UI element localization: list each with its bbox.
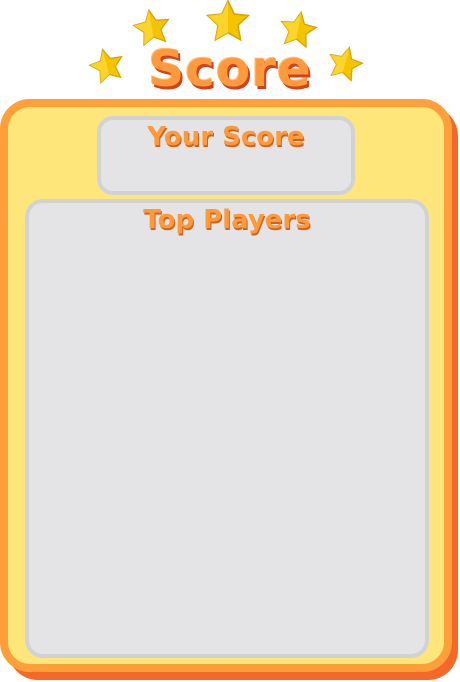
top-players-label: Top Players xyxy=(143,205,311,235)
page-title: Score xyxy=(148,40,312,98)
your-score-box: Your Score xyxy=(97,116,355,195)
top-players-box: Top Players xyxy=(25,199,429,658)
your-score-label: Your Score xyxy=(147,122,305,152)
star-icon xyxy=(206,0,250,41)
